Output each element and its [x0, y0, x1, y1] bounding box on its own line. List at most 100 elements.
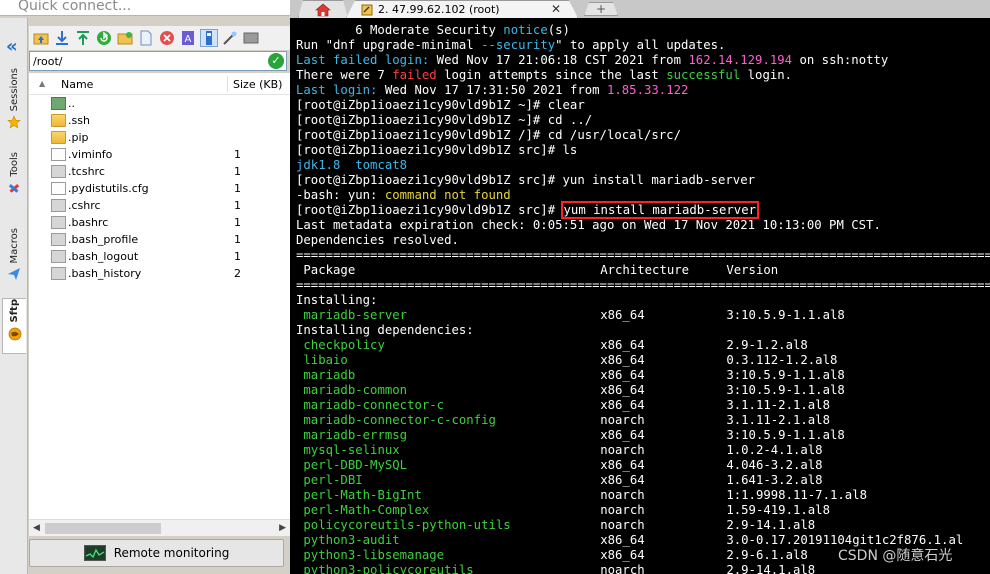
quick-connect-bar[interactable] — [0, 0, 290, 16]
download-icon — [56, 31, 68, 45]
file-list: ▲ Name Size (KB) .. .ssh .pip .viminfo 1 .tcs… — [29, 73, 290, 519]
file-row[interactable]: .pip — [29, 129, 290, 146]
file-row[interactable]: .bash_logout 1 — [29, 248, 290, 265]
tab-macros[interactable]: Macros — [2, 228, 26, 281]
folder-icon — [51, 114, 66, 127]
file-name: .tcshrc — [68, 165, 105, 178]
terminal-line: 6 Moderate Security notice(s) — [296, 23, 570, 37]
file-icon — [51, 267, 66, 280]
delete-button[interactable] — [158, 29, 176, 47]
paper-plane-icon — [8, 268, 20, 281]
folder-icon — [51, 131, 66, 144]
path-input[interactable] — [30, 52, 255, 70]
tab-sftp-label: Sftp — [9, 299, 20, 323]
terminal-line: Dependencies resolved. — [296, 233, 459, 247]
star-icon — [7, 115, 21, 129]
package-row: libaio x86_64 0.3.112-1.2.al8 — [303, 353, 838, 367]
tools-icon — [8, 183, 20, 193]
package-table-header: Package Architecture Version — [296, 263, 779, 277]
text-file-icon: A — [182, 31, 194, 45]
upload-button[interactable] — [74, 29, 92, 47]
file-name: .bash_logout — [68, 250, 139, 263]
terminal-follow-icon — [206, 31, 212, 45]
scroll-right-icon[interactable]: ▶ — [279, 523, 286, 533]
tools-button[interactable] — [221, 29, 239, 47]
file-row[interactable]: .pydistutils.cfg 1 — [29, 180, 290, 197]
package-row: mariadb-connector-c x86_64 3.1.11-2.1.al8 — [303, 398, 830, 412]
separator-line: ========================================… — [296, 278, 990, 292]
go-checkmark-icon[interactable]: ✓ — [268, 53, 284, 69]
file-row[interactable]: .tcshrc 1 — [29, 163, 290, 180]
package-row: perl-Math-BigInt noarch 1:1.9998.11-7.1.al… — [303, 488, 868, 502]
column-size[interactable]: Size (KB) — [233, 78, 282, 91]
terminal-line: [root@iZbp1ioaezi1cy90vld9b1Z src]# ls — [296, 143, 578, 157]
download-button[interactable] — [53, 29, 71, 47]
sort-up-icon[interactable]: ▲ — [39, 79, 45, 88]
tab-sftp[interactable]: Sftp — [2, 298, 26, 354]
monitor-graph-icon — [83, 545, 106, 561]
refresh-button[interactable] — [95, 29, 113, 47]
parent-folder-icon — [51, 97, 66, 110]
rename-button[interactable]: A — [179, 29, 197, 47]
file-icon — [51, 182, 66, 195]
path-bar[interactable]: ✓ — [29, 51, 287, 71]
file-row[interactable]: .cshrc 1 — [29, 197, 290, 214]
terminal-line: [root@iZbp1ioaezi1cy90vld9b1Z src]# yum … — [296, 201, 760, 219]
package-row: mariadb-errmsg x86_64 3:10.5.9-1.1.al8 — [303, 428, 845, 442]
remote-monitoring-button[interactable]: Remote monitoring — [29, 539, 284, 567]
scroll-thumb[interactable] — [45, 523, 161, 534]
session-tab[interactable]: 2. 47.99.62.102 (root) ✕ — [346, 0, 578, 18]
collapse-panel-icon[interactable]: « — [6, 36, 18, 57]
file-size: 1 — [234, 165, 241, 178]
upload-icon — [77, 31, 89, 45]
package-rows-primary: mariadb-server x86_64 3:10.5.9-1.1.al8 — [296, 308, 990, 323]
terminal[interactable]: 6 Moderate Security notice(s) Run "dnf u… — [290, 18, 990, 574]
file-row[interactable]: .ssh — [29, 112, 290, 129]
file-size: 1 — [234, 233, 241, 246]
file-row[interactable]: .bashrc 1 — [29, 214, 290, 231]
scroll-left-icon[interactable]: ◀ — [33, 523, 40, 533]
file-name: .viminfo — [68, 148, 113, 161]
separator-line: ========================================… — [296, 248, 990, 262]
column-divider[interactable] — [227, 76, 228, 92]
tab-sessions[interactable]: Sessions — [2, 68, 26, 129]
file-name: .cshrc — [68, 199, 101, 212]
new-file-icon — [140, 30, 152, 46]
file-icon — [51, 250, 66, 263]
file-size: 2 — [234, 267, 241, 280]
package-row: mariadb-common x86_64 3:10.5.9-1.1.al8 — [303, 383, 845, 397]
file-name: .bash_history — [68, 267, 142, 280]
file-size: 1 — [234, 216, 241, 229]
file-icon — [51, 165, 66, 178]
close-tab-icon[interactable]: ✕ — [551, 2, 561, 16]
terminal-line: Installing: — [296, 293, 378, 307]
new-folder-button[interactable] — [116, 29, 134, 47]
file-icon — [51, 233, 66, 246]
more-button[interactable] — [242, 29, 260, 47]
horizontal-scrollbar[interactable]: ◀ ▶ — [29, 519, 290, 536]
toggle-hidden-button[interactable] — [200, 29, 218, 47]
home-tab[interactable] — [298, 0, 348, 18]
package-row: perl-DBI x86_64 1.641-3.2.al8 — [303, 473, 823, 487]
quick-connect-input[interactable] — [0, 0, 280, 14]
parent-folder-button[interactable] — [32, 29, 50, 47]
new-file-button[interactable] — [137, 29, 155, 47]
session-tab-title: 2. 47.99.62.102 (root) — [378, 3, 500, 16]
package-row: mariadb-server x86_64 3:10.5.9-1.1.al8 — [303, 308, 845, 322]
file-row[interactable]: .bash_history 2 — [29, 265, 290, 282]
package-row: mariadb x86_64 3:10.5.9-1.1.al8 — [303, 368, 845, 382]
file-size: 1 — [234, 148, 241, 161]
tab-tools[interactable]: Tools — [2, 152, 26, 195]
terminal-line: There were 7 failed login attempts since… — [296, 68, 793, 82]
terminal-line: Last failed login: Wed Nov 17 21:06:18 C… — [296, 53, 889, 67]
column-name[interactable]: Name — [61, 78, 93, 91]
file-size: 1 — [234, 250, 241, 263]
file-size: 1 — [234, 199, 241, 212]
tab-macros-label: Macros — [8, 228, 20, 264]
package-row: policycoreutils-python-utils noarch 2.9-14… — [303, 518, 816, 532]
monitor-icon — [243, 32, 259, 44]
file-row[interactable]: .bash_profile 1 — [29, 231, 290, 248]
file-row[interactable]: .. — [29, 95, 290, 112]
new-tab-button[interactable]: + — [584, 2, 618, 16]
file-row[interactable]: .viminfo 1 — [29, 146, 290, 163]
